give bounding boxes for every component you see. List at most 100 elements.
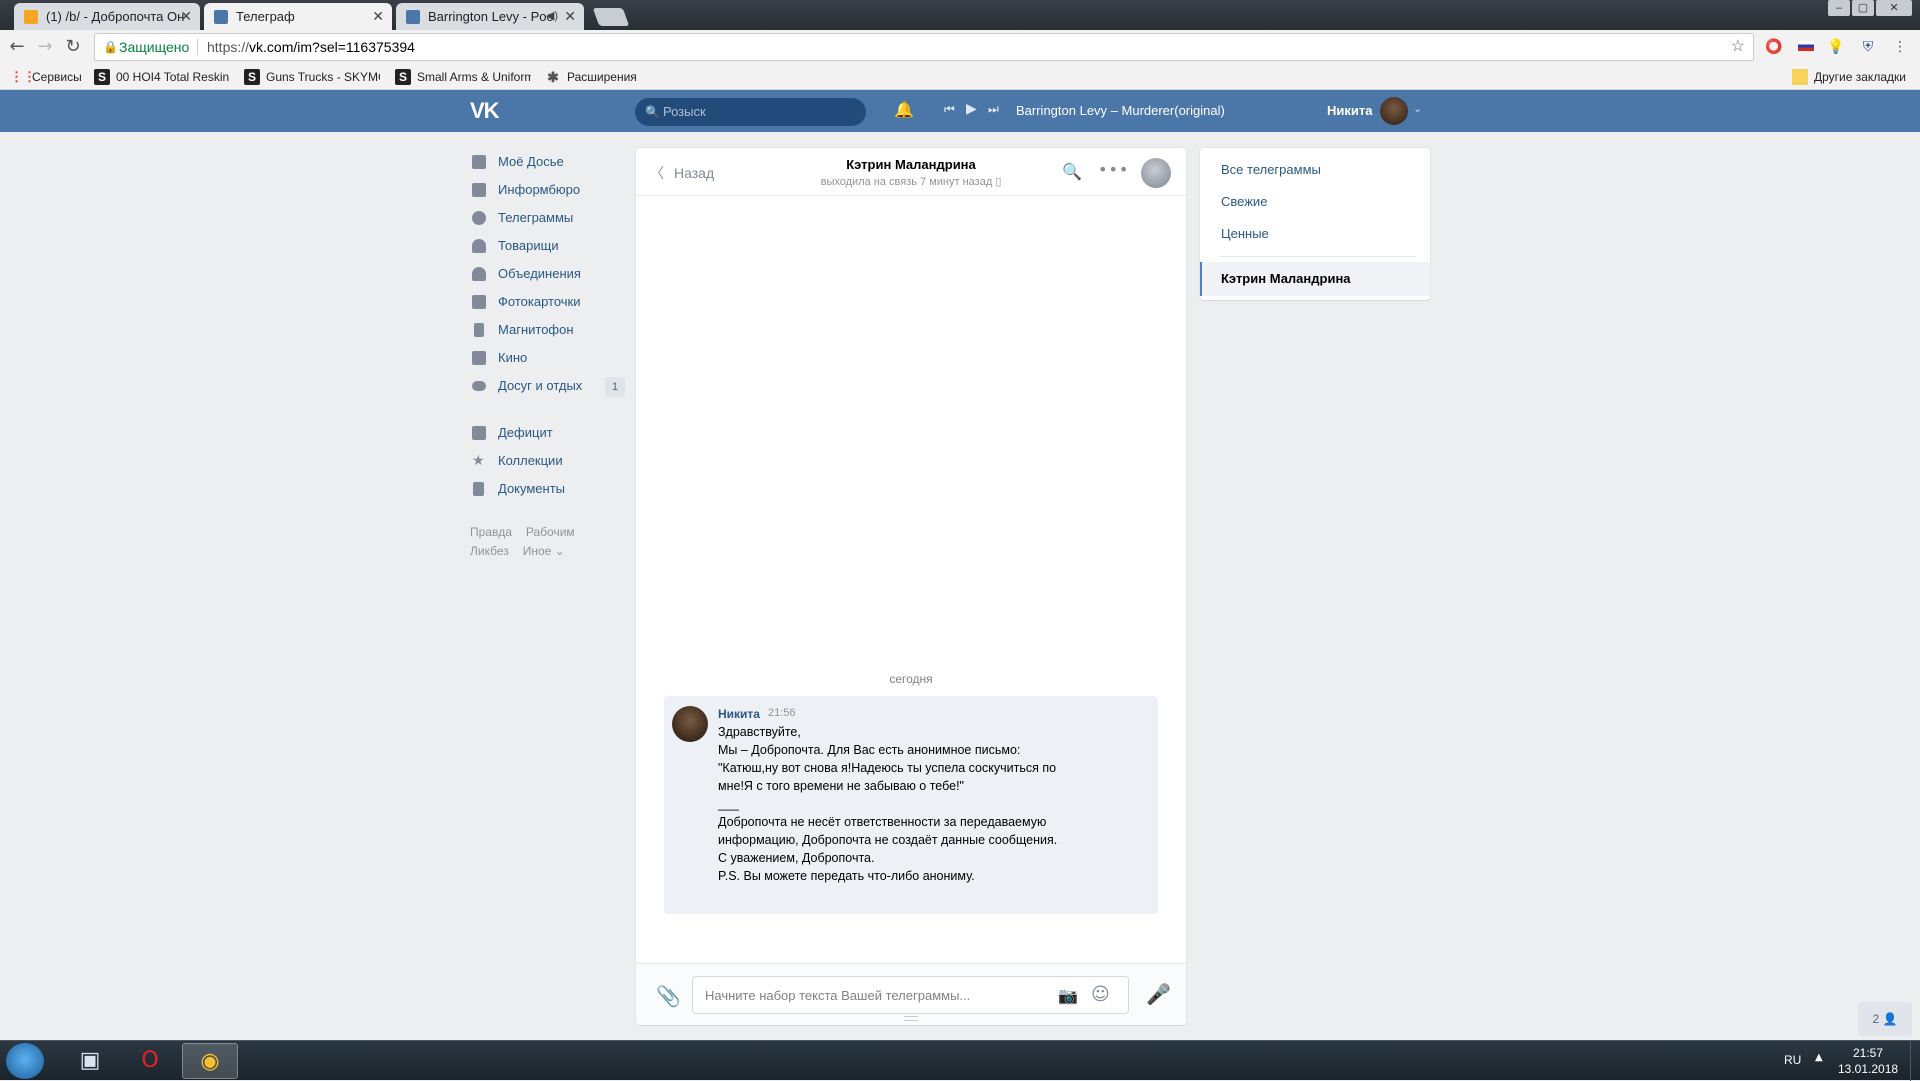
menu-item-friends[interactable]: Товарищи — [470, 232, 625, 260]
menu-item-market[interactable]: Дефицит — [470, 419, 625, 447]
gamepad-icon — [472, 381, 486, 391]
browser-tab-active[interactable]: Телеграф ✕ — [204, 3, 392, 30]
tab-title: Телеграф — [236, 9, 295, 24]
folder-unread[interactable]: Свежие — [1221, 194, 1267, 209]
maximize-button[interactable]: ▢ — [1852, 0, 1874, 16]
message-bubble[interactable]: Никита 21:56 Здравствуйте, Мы – Добропоч… — [664, 696, 1158, 914]
chevron-down-icon[interactable]: ⌄ — [1413, 102, 1422, 115]
menu-item-games[interactable]: Досуг и отдых 1 — [470, 372, 625, 400]
resize-handle[interactable] — [904, 1016, 918, 1021]
menu-item-photos[interactable]: Фотокарточки — [470, 288, 625, 316]
bookmark-star-icon[interactable]: ☆ — [1731, 34, 1745, 60]
bookmark-item[interactable]: S Small Arms & Uniform — [395, 69, 531, 85]
tab-title: (1) /b/ - Добропочта Он — [46, 9, 185, 24]
browser-menu-icon[interactable]: ⋮ — [1890, 37, 1910, 57]
footer-link-education[interactable]: Ликбез — [470, 544, 509, 558]
chrome-icon[interactable]: ◉ — [182, 1043, 238, 1079]
more-actions-icon[interactable]: ••• — [1098, 160, 1129, 179]
paperclip-icon[interactable]: 📎 — [656, 984, 681, 1008]
menu-item-profile[interactable]: Моё Досье — [470, 148, 625, 176]
speaker-icon[interactable]: ◀) — [546, 3, 558, 30]
divider — [197, 39, 198, 55]
previous-track-icon[interactable]: ⏮ — [944, 102, 955, 117]
close-window-button[interactable]: ✕ — [1876, 0, 1912, 16]
date-separator: сегодня — [889, 672, 933, 686]
forward-arrow-icon[interactable]: → — [34, 36, 56, 58]
video-icon — [472, 351, 486, 365]
minimize-button[interactable]: – — [1828, 0, 1850, 16]
bell-icon[interactable]: 🔔 — [894, 100, 914, 119]
back-arrow-icon[interactable]: ← — [6, 36, 28, 58]
chat-panel: 〈 Назад Кэтрин Маландрина выходила на свя… — [636, 148, 1186, 1025]
bookmark-item[interactable]: S 00 HOI4 Total Reskin — [94, 69, 230, 85]
opera-extension-icon[interactable]: ⭕ — [1764, 37, 1784, 57]
search-input[interactable]: 🔍 Розыск — [635, 98, 866, 126]
vk-logo[interactable]: VK — [470, 98, 504, 124]
address-bar[interactable]: 🔒 Защищено https://vk.com/im?sel=1163753… — [94, 33, 1754, 61]
emoji-icon[interactable]: ☺ — [1091, 984, 1110, 1005]
russian-flag-icon[interactable] — [1796, 37, 1816, 57]
opera-icon[interactable]: O — [122, 1043, 178, 1079]
conversation-folders: Все телеграммы Свежие Ценные Кэтрин Мала… — [1200, 148, 1430, 300]
tray-expand-icon[interactable]: ▲ — [1815, 1052, 1823, 1063]
online-friends-widget[interactable]: 2 👤 — [1858, 1002, 1912, 1036]
message-time[interactable]: 21:56 — [768, 707, 796, 719]
user-name[interactable]: Никита — [1327, 103, 1372, 118]
footer-link-jobs[interactable]: Рабочим — [526, 525, 575, 539]
chat-header: 〈 Назад Кэтрин Маландрина выходила на свя… — [636, 148, 1186, 196]
folder-all-messages[interactable]: Все телеграммы — [1221, 162, 1321, 177]
url-text: https://vk.com/im?sel=116375394 — [207, 39, 415, 55]
windows-start-icon[interactable] — [6, 1043, 44, 1079]
browser-tab[interactable]: Barrington Levy - Poo ◀) ✕ — [396, 3, 584, 30]
menu-item-news[interactable]: Информбюро — [470, 176, 625, 204]
browser-toolbar: ← → ↻ 🔒 Защищено https://vk.com/im?sel=1… — [0, 30, 1920, 64]
bookmark-extensions[interactable]: ✱ Расширения — [545, 69, 655, 85]
now-playing-track[interactable]: Barrington Levy – Murderer(original) — [1016, 103, 1225, 118]
camera-icon[interactable]: 📷 — [1058, 986, 1078, 1005]
camera-icon — [472, 295, 486, 309]
menu-item-messages[interactable]: Телеграммы — [470, 204, 625, 232]
reload-icon[interactable]: ↻ — [62, 36, 84, 58]
folder-icon — [1792, 69, 1808, 85]
footer-link-rules[interactable]: Правда — [470, 525, 512, 539]
menu-item-documents[interactable]: Документы — [470, 475, 625, 503]
next-track-icon[interactable]: ⏭ — [988, 102, 999, 117]
vpn-extension-icon[interactable]: ⛨ — [1858, 37, 1878, 57]
bag-icon — [472, 426, 486, 440]
show-desktop-button[interactable] — [1910, 1041, 1920, 1081]
lock-icon: 🔒 — [103, 40, 118, 54]
bookmark-apps[interactable]: ⋮⋮ Сервисы — [10, 69, 90, 85]
microphone-icon[interactable]: 🎤 — [1146, 982, 1171, 1006]
close-tab-icon[interactable]: ✕ — [372, 3, 384, 30]
other-bookmarks-folder[interactable]: Другие закладки — [1792, 69, 1912, 85]
bookmark-item[interactable]: S Guns Trucks - SKYMO — [244, 69, 380, 85]
close-tab-icon[interactable]: ✕ — [180, 3, 192, 30]
browser-tab[interactable]: (1) /b/ - Добропочта Он ✕ — [14, 3, 200, 30]
puzzle-icon: ✱ — [547, 69, 559, 85]
close-tab-icon[interactable]: ✕ — [564, 3, 576, 30]
play-icon[interactable]: ▶ — [966, 101, 977, 117]
menu-item-music[interactable]: Магнитофон — [470, 316, 625, 344]
message-author[interactable]: Никита — [718, 707, 760, 721]
menu-item-groups[interactable]: Объединения — [470, 260, 625, 288]
divider — [1220, 256, 1416, 257]
peer-avatar[interactable] — [1141, 158, 1171, 188]
menu-item-bookmarks[interactable]: ★ Коллекции — [470, 447, 625, 475]
avatar[interactable] — [1380, 97, 1408, 125]
steam-s-icon: S — [244, 69, 260, 85]
folder-important[interactable]: Ценные — [1221, 226, 1269, 241]
task-manager-icon[interactable]: ▣ — [62, 1043, 118, 1079]
avatar[interactable] — [672, 706, 708, 742]
language-indicator[interactable]: RU — [1784, 1053, 1801, 1067]
active-conversation-tab[interactable]: Кэтрин Маландрина — [1200, 262, 1430, 296]
menu-item-video[interactable]: Кино — [470, 344, 625, 372]
apps-grid-icon: ⋮⋮ — [10, 69, 36, 84]
search-icon[interactable]: 🔍 — [1062, 162, 1082, 181]
footer-link-more[interactable]: Иное ⌄ — [523, 544, 565, 558]
new-tab-button[interactable] — [592, 8, 630, 26]
friends-icon — [472, 239, 486, 253]
menu-spacer — [470, 400, 625, 419]
notification-count-badge: 1 — [605, 377, 625, 397]
system-clock[interactable]: 21:57 13.01.2018 — [1838, 1045, 1898, 1077]
bulb-extension-icon[interactable]: 💡 — [1826, 37, 1846, 57]
